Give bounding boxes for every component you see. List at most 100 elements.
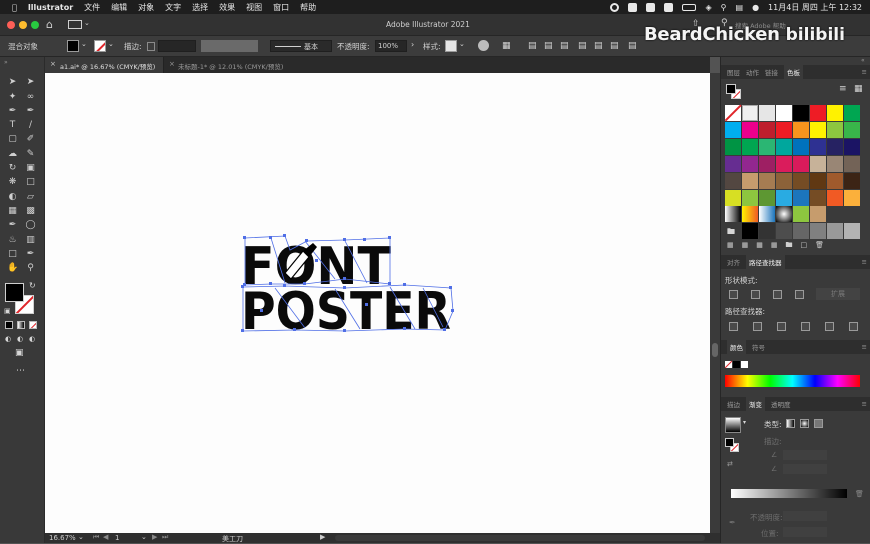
last-artboard-icon[interactable]: ⏭ [162, 533, 168, 542]
eyedropper-tool-icon[interactable]: ✒ [7, 220, 18, 231]
swatch-group-black[interactable] [742, 223, 758, 239]
linear-gradient-button[interactable] [786, 419, 795, 428]
new-swatch-icon[interactable]: □ [801, 241, 808, 252]
crop-button[interactable] [801, 322, 810, 331]
artboard-number-field[interactable]: 1 [115, 534, 119, 542]
chevron-down-icon[interactable]: ⌄ [141, 533, 147, 541]
draw-normal-icon[interactable]: ◐ [5, 335, 11, 343]
selection-tool-icon[interactable]: ➤ [7, 77, 18, 88]
tab-links[interactable]: 链接 [765, 67, 778, 77]
minus-back-button[interactable] [849, 322, 858, 331]
align-bottom-icon[interactable]: ▤ [610, 41, 619, 51]
fill-swatch[interactable] [67, 40, 79, 52]
width-tool-icon[interactable]: ❋ [7, 177, 18, 188]
tab-layers[interactable]: 图层 [727, 67, 740, 77]
tab-symbols[interactable]: 符号 [752, 342, 765, 352]
menu-app-name[interactable]: Illustrator [28, 3, 73, 12]
swatch-2-4[interactable] [793, 139, 809, 155]
graphic-style-swatch[interactable] [445, 40, 457, 52]
zoom-level-field[interactable]: 16.67% [49, 534, 76, 542]
close-tab-icon[interactable]: × [169, 60, 175, 68]
scale-tool-icon[interactable]: ▣ [25, 163, 36, 174]
rectangle-tool-icon[interactable]: ▢ [7, 134, 18, 145]
outline-button[interactable] [825, 322, 834, 331]
align-right-icon[interactable]: ▤ [560, 41, 569, 51]
align-top-icon[interactable]: ▤ [578, 41, 587, 51]
tab-actions[interactable]: 动作 [746, 67, 759, 77]
zoom-window-button[interactable] [31, 21, 39, 29]
first-artboard-icon[interactable]: ⏮ [93, 533, 99, 542]
list-view-icon[interactable]: ≡ [839, 84, 847, 94]
align-center-h-icon[interactable]: ▤ [544, 41, 553, 51]
zoom-tool-icon[interactable]: ⚲ [25, 263, 36, 274]
tab-gradient[interactable]: 渐变 [746, 397, 765, 411]
close-tab-icon[interactable]: × [50, 60, 56, 68]
menu-effect[interactable]: 效果 [219, 2, 235, 13]
divide-button[interactable] [729, 322, 738, 331]
swatch-0-0[interactable] [724, 104, 742, 122]
trim-button[interactable] [753, 322, 762, 331]
perspective-grid-tool-icon[interactable]: ▱ [25, 192, 36, 203]
recolor-artwork-icon[interactable] [478, 40, 489, 51]
align-to-icon[interactable]: ▦ [502, 41, 511, 51]
chevron-down-icon[interactable]: ⌄ [108, 40, 114, 48]
fill-color-box[interactable] [5, 283, 24, 302]
arrange-documents-icon[interactable] [68, 20, 82, 29]
swatch-2-3[interactable] [776, 139, 792, 155]
delete-swatch-icon[interactable]: 🗑 [815, 241, 824, 252]
swatch-5-7[interactable] [844, 190, 860, 206]
swatch-4-1[interactable] [742, 173, 758, 189]
swatch-2-7[interactable] [844, 139, 860, 155]
gradient-opacity-field[interactable] [783, 511, 827, 521]
color-none-icon[interactable] [725, 361, 732, 368]
new-color-group-icon[interactable]: 🖿 [786, 241, 793, 252]
tab-transparency[interactable]: 透明度 [771, 399, 791, 409]
swatch-group-dark1[interactable] [759, 223, 775, 239]
swatch-1-4[interactable] [793, 122, 809, 138]
control-center-icon[interactable]: ▤ [736, 3, 744, 12]
panel-menu-icon[interactable]: ≡ [862, 258, 867, 266]
swatch-group-dark2[interactable] [776, 223, 792, 239]
stroke-style-dropdown[interactable]: 基本 [270, 40, 332, 52]
curvature-tool-icon[interactable]: ✒ [25, 106, 36, 117]
battery-icon[interactable] [682, 3, 697, 11]
direct-selection-tool-icon[interactable]: ➤ [25, 77, 36, 88]
knife-tool-icon[interactable]: ✒ [25, 249, 36, 260]
swatch-1-6[interactable] [827, 122, 843, 138]
swatch-0-5[interactable] [810, 105, 826, 121]
more-tools-icon[interactable]: ⋯ [16, 366, 25, 376]
tab-swatches[interactable]: 色板 [784, 65, 803, 79]
swatch-group-gray2[interactable] [810, 223, 826, 239]
swatch-5-5[interactable] [810, 190, 826, 206]
swatch-grayscale-gradient[interactable] [725, 206, 741, 222]
tab-a1[interactable]: × a1.ai* @ 16.67% (CMYK/预览) [45, 57, 163, 73]
swatch-4-6[interactable] [827, 173, 843, 189]
swatch-5-4[interactable] [793, 190, 809, 206]
column-graph-tool-icon[interactable]: ▥ [25, 235, 36, 246]
swatch-1-5[interactable] [810, 122, 826, 138]
reverse-gradient-icon[interactable]: ⇄ [727, 460, 733, 468]
color-black-chip[interactable] [733, 361, 740, 368]
swatch-5-0[interactable] [725, 190, 741, 206]
swatch-1-0[interactable] [725, 122, 741, 138]
apple-icon[interactable]:  [12, 3, 17, 12]
color-white-chip[interactable] [741, 361, 748, 368]
swatch-0-6[interactable] [827, 105, 843, 121]
swatch-blue-gradient[interactable] [759, 206, 775, 222]
artboard-tool-icon[interactable]: □ [7, 249, 18, 260]
chevron-down-icon[interactable]: ▾ [743, 419, 746, 426]
align-center-v-icon[interactable]: ▤ [594, 41, 603, 51]
chevron-down-icon[interactable]: ⌄ [78, 533, 84, 541]
wifi-icon[interactable]: ◈ [705, 3, 711, 12]
swatch-2-5[interactable] [810, 139, 826, 155]
panel-menu-icon[interactable]: ≡ [862, 343, 867, 351]
tab-color[interactable]: 颜色 [727, 340, 746, 354]
chevron-down-icon[interactable]: ⌄ [459, 40, 465, 48]
color-mode-icon[interactable] [5, 321, 13, 329]
collapse-toolbar-icon[interactable]: » [4, 59, 8, 66]
swatch-pattern-brown[interactable] [810, 206, 826, 222]
artwork-selection[interactable]: FONT POSTER [45, 73, 710, 533]
swatch-5-3[interactable] [776, 190, 792, 206]
swatch-4-3[interactable] [776, 173, 792, 189]
eyedropper-icon[interactable]: ✒ [729, 518, 736, 527]
